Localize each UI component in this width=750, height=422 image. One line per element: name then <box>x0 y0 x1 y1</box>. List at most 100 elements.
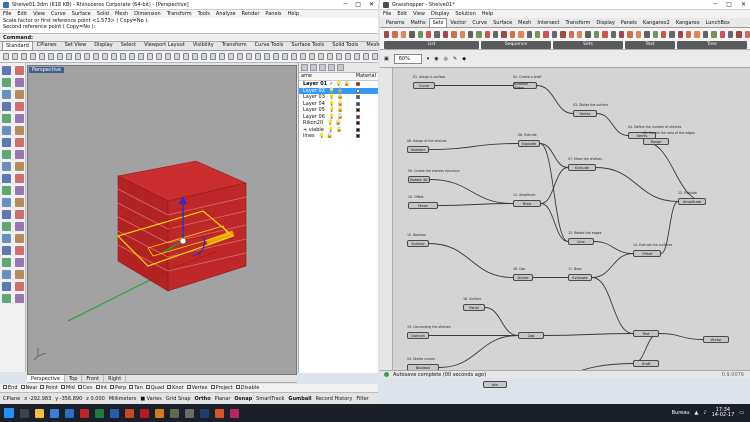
gh-component-node[interactable]: Extrude <box>568 164 596 171</box>
view-tab-right[interactable]: Right <box>104 375 127 382</box>
osnap-perp[interactable]: Perp <box>110 385 126 391</box>
gh-wire[interactable] <box>536 85 574 114</box>
bulb-icon[interactable]: 💡 <box>329 114 335 120</box>
menu-item-view[interactable]: View <box>33 11 45 17</box>
mirror-icon[interactable] <box>2 246 11 255</box>
analyze-icon[interactable] <box>228 53 234 60</box>
history-icon[interactable] <box>246 53 252 60</box>
checkbox-icon[interactable] <box>210 385 215 389</box>
layer-row[interactable]: lines 💡 🔓 <box>299 133 378 140</box>
component-icon[interactable] <box>535 31 541 38</box>
fillet-icon[interactable] <box>2 126 11 135</box>
gh-tab-transform[interactable]: Transform <box>562 19 593 27</box>
osnap-tan[interactable]: Tan <box>129 385 143 391</box>
viewport-title[interactable]: Perspective <box>29 67 64 73</box>
osnap-quad[interactable]: Quad <box>145 385 164 391</box>
gh-wire[interactable] <box>437 203 514 206</box>
gh-wire[interactable] <box>595 167 679 202</box>
redo-icon[interactable] <box>75 53 81 60</box>
bulb-icon[interactable]: 💡 <box>335 81 341 87</box>
options-icon[interactable] <box>327 53 333 60</box>
lock-icon[interactable]: 🔓 <box>337 88 343 94</box>
explode-icon[interactable] <box>2 198 11 207</box>
bulb-icon[interactable]: 💡 <box>319 133 325 139</box>
bulb-icon[interactable]: 💡 <box>329 107 335 113</box>
component-icon[interactable] <box>610 31 616 38</box>
component-icon[interactable] <box>484 31 491 38</box>
osnap-near[interactable]: Near <box>20 385 37 391</box>
box-icon[interactable] <box>2 174 11 183</box>
component-icon[interactable] <box>493 31 499 38</box>
layer-down-icon[interactable] <box>328 64 335 71</box>
status-item[interactable]: Record History <box>316 396 353 402</box>
menu-item-mesh[interactable]: Mesh <box>115 11 128 17</box>
minimize-icon[interactable]: ─ <box>714 1 718 8</box>
volume-icon[interactable]: ♪ <box>703 410 706 416</box>
component-icon[interactable] <box>459 31 465 38</box>
hide-icon[interactable] <box>210 53 216 60</box>
component-icon[interactable] <box>409 31 415 38</box>
component-icon[interactable] <box>417 31 423 38</box>
osnap-vertex[interactable]: Vertex <box>186 385 208 391</box>
gh-wire[interactable] <box>438 335 519 368</box>
view-tab-perspective[interactable]: Perspective <box>27 375 65 382</box>
layer-color-swatch[interactable] <box>356 88 360 93</box>
scale-icon[interactable] <box>15 234 24 243</box>
gh-component-node[interactable]: Range <box>643 138 669 145</box>
menu-item-tools[interactable]: Tools <box>198 11 210 17</box>
osnap-mid[interactable]: Mid <box>60 385 75 391</box>
layer-icon[interactable] <box>147 53 153 60</box>
gh-tab-lunchbox[interactable]: LunchBox <box>703 19 733 27</box>
maximize-icon[interactable]: □ <box>355 1 361 8</box>
loft-icon[interactable] <box>2 150 11 159</box>
tab-set-view[interactable]: Set View <box>61 40 91 50</box>
menu-item-solid[interactable]: Solid <box>97 11 109 17</box>
component-icon[interactable] <box>560 31 566 38</box>
gumball-center[interactable] <box>179 237 187 245</box>
component-icon[interactable] <box>711 31 717 38</box>
checkbox-icon[interactable] <box>129 385 134 389</box>
menu-item-analyze[interactable]: Analyze <box>216 11 236 17</box>
gh-component-node[interactable]: Series <box>573 110 597 117</box>
menu-item-help[interactable]: Help <box>288 11 299 17</box>
menu-item-file[interactable]: File <box>3 11 11 17</box>
ribbon-group-sequence[interactable]: Sequence <box>481 41 551 49</box>
component-icon[interactable] <box>585 31 591 38</box>
firefox-icon[interactable] <box>215 408 224 418</box>
view-tab-front[interactable]: Front <box>82 375 105 382</box>
layer-current-check[interactable]: ✓ <box>329 81 333 87</box>
patch-icon[interactable] <box>15 162 24 171</box>
arc-icon[interactable] <box>15 90 24 99</box>
gh-wire[interactable] <box>543 333 634 336</box>
copy-icon[interactable] <box>48 53 54 60</box>
gh-tab-display[interactable]: Display <box>593 19 617 27</box>
rhino-task-icon[interactable] <box>185 408 194 418</box>
lock-icon[interactable] <box>219 53 225 60</box>
array-icon[interactable] <box>15 246 24 255</box>
undo-icon[interactable] <box>66 53 72 60</box>
checkbox-icon[interactable] <box>167 385 172 389</box>
grid-icon[interactable] <box>138 53 144 60</box>
preview-icon[interactable]: ◉ <box>434 56 438 62</box>
lock-icon[interactable]: 🔓 <box>335 120 341 126</box>
extrude-icon[interactable] <box>15 138 24 147</box>
component-icon[interactable] <box>392 31 398 38</box>
component-icon[interactable] <box>644 31 650 38</box>
tab-curve-tools[interactable]: Curve Tools <box>251 40 288 50</box>
osnap-knot[interactable]: Knot <box>167 385 184 391</box>
tab-transform[interactable]: Transform <box>218 40 251 50</box>
bulb-icon[interactable]: 💡 <box>329 94 335 100</box>
copy-icon[interactable] <box>15 222 24 231</box>
ribbon-group-list[interactable]: List <box>384 41 479 49</box>
gh-menu-view[interactable]: View <box>413 11 425 17</box>
gh-component-node[interactable]: Domain <box>407 332 429 339</box>
gh-menu-edit[interactable]: Edit <box>397 11 407 17</box>
close-icon[interactable]: ✕ <box>741 1 746 8</box>
surface-icon[interactable] <box>2 138 11 147</box>
layer-color-swatch[interactable] <box>356 108 360 113</box>
tab-cplanes[interactable]: CPlanes <box>33 40 61 50</box>
zoom-icon[interactable] <box>102 53 108 60</box>
mail-icon[interactable] <box>65 408 74 418</box>
dimension-icon[interactable] <box>201 53 207 60</box>
torus-icon[interactable] <box>291 53 297 60</box>
